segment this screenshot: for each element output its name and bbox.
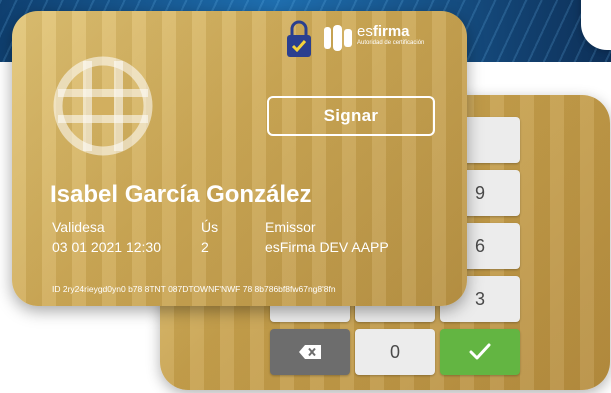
sign-button[interactable]: Signar (267, 96, 435, 136)
backspace-button[interactable] (270, 329, 350, 375)
keypad-key-0[interactable]: 0 (355, 329, 435, 375)
confirm-button[interactable] (440, 329, 520, 375)
validity-label: Validesa (52, 219, 105, 235)
signature-card: esfirma Autoridad de certificación Signa… (12, 11, 467, 306)
lock-icon (287, 20, 311, 57)
brand-logo: esfirma Autoridad de certificación (357, 23, 424, 46)
chip-icon (53, 56, 153, 156)
esfirma-logo-icon (324, 25, 352, 51)
banner-panel (581, 0, 611, 50)
issuer-value: esFirma DEV AAPP (265, 239, 389, 255)
checkmark-icon (469, 343, 491, 360)
brand-name-bold: firma (372, 23, 410, 40)
uses-value: 2 (201, 239, 209, 255)
uses-label: Ús (201, 219, 219, 235)
backspace-icon (299, 345, 321, 359)
brand-name-prefix: es (357, 23, 373, 40)
brand-subtitle: Autoridad de certificación (357, 40, 425, 46)
issuer-label: Emissor (265, 219, 316, 235)
card-holder-name: Isabel García González (50, 181, 312, 208)
validity-value: 03 01 2021 12:30 (52, 239, 161, 255)
certificate-id: ID 2ry24rieygd0yn0 b78 8TNT 087DTOWNF'NW… (52, 284, 336, 294)
